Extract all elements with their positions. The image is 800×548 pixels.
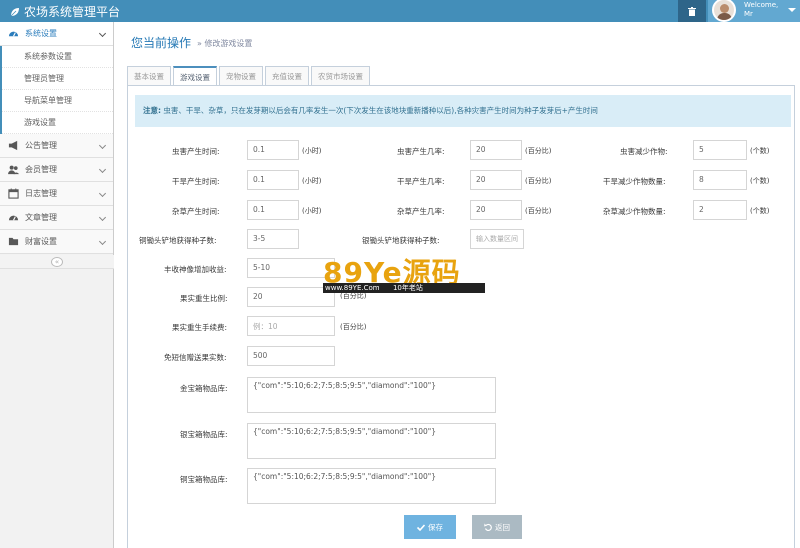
chevron-down-icon bbox=[98, 213, 107, 222]
sms-free-fruit-input[interactable]: 500 bbox=[247, 346, 335, 366]
sidebar-subitem-game-settings[interactable]: 游戏设置 bbox=[2, 112, 113, 134]
regrow-fee-unit: (百分比) bbox=[340, 323, 367, 331]
sidebar-item-members[interactable]: 会员管理 bbox=[0, 158, 113, 182]
sidebar-item-wealth[interactable]: 财富设置 bbox=[0, 230, 113, 254]
gold-chest-textarea[interactable]: {"com":"5:10;6:2;7:5;8:5;9:5","diamond":… bbox=[247, 377, 496, 413]
drought-rate-label: 干旱产生几率: bbox=[397, 177, 445, 186]
copper-chest-label: 铜宝箱物品库: bbox=[180, 475, 228, 484]
users-icon bbox=[8, 165, 19, 175]
drought-time-input[interactable]: 0.1 bbox=[247, 170, 299, 190]
undo-icon bbox=[484, 523, 492, 531]
copper-hoe-seeds-input[interactable]: 3-5 bbox=[247, 229, 299, 249]
app-title: 农场系统管理平台 bbox=[24, 5, 121, 19]
dashboard-icon bbox=[8, 31, 19, 37]
silver-hoe-seeds-label: 银锄头铲地获得种子数: bbox=[362, 236, 440, 245]
save-button[interactable]: 保存 bbox=[404, 515, 456, 539]
pest-loss-unit: (个数) bbox=[750, 147, 770, 155]
weed-rate-unit: (百分比) bbox=[525, 207, 552, 215]
drought-time-unit: (小时) bbox=[302, 177, 322, 185]
back-button[interactable]: 返回 bbox=[472, 515, 522, 539]
silver-chest-label: 银宝箱物品库: bbox=[180, 430, 228, 439]
gold-chest-label: 金宝箱物品库: bbox=[180, 384, 228, 393]
regrow-ratio-input[interactable]: 20 bbox=[247, 287, 335, 307]
user-menu[interactable]: Welcome, Mr bbox=[708, 0, 800, 22]
settings-tabs: 基本设置 游戏设置 宠物设置 充值设置 农贸市场设置 bbox=[127, 66, 372, 86]
tab-pet[interactable]: 宠物设置 bbox=[219, 66, 263, 85]
regrow-ratio-label: 果实重生比例: bbox=[180, 294, 228, 303]
copper-chest-textarea[interactable]: {"com":"5:10;6:2;7:5;8:5;9:5","diamond":… bbox=[247, 468, 496, 504]
pest-time-label: 虫害产生时间: bbox=[172, 147, 220, 156]
tab-recharge[interactable]: 充值设置 bbox=[265, 66, 309, 85]
sidebar-item-logs[interactable]: 日志管理 bbox=[0, 182, 113, 206]
drought-loss-input[interactable]: 8 bbox=[693, 170, 747, 190]
megaphone-icon bbox=[8, 140, 18, 151]
breadcrumb: » 修改游戏设置 bbox=[197, 39, 253, 48]
regrow-fee-input[interactable]: 例：10 bbox=[247, 316, 335, 336]
tab-basic[interactable]: 基本设置 bbox=[127, 66, 171, 85]
chevron-down-icon bbox=[98, 237, 107, 246]
sidebar: 系统设置 系统参数设置 管理员管理 导航菜单管理 游戏设置 公告管理 会员管理 … bbox=[0, 22, 114, 548]
harvest-statue-label: 丰收神像增加收益: bbox=[164, 265, 227, 274]
drought-rate-unit: (百分比) bbox=[525, 177, 552, 185]
pest-rate-unit: (百分比) bbox=[525, 147, 552, 155]
sidebar-subitem-system-params[interactable]: 系统参数设置 bbox=[2, 46, 113, 68]
watermark-logo: 89Ye源码 www.89YE.Com 10年老站 bbox=[323, 251, 485, 297]
check-icon bbox=[417, 523, 425, 531]
drought-rate-input[interactable]: 20 bbox=[470, 170, 522, 190]
chevron-down-icon bbox=[98, 29, 107, 38]
tab-game[interactable]: 游戏设置 bbox=[173, 66, 217, 86]
folder-icon bbox=[8, 237, 19, 246]
harvest-statue-input[interactable]: 5-10 bbox=[247, 258, 335, 278]
drought-time-label: 干旱产生时间: bbox=[172, 177, 220, 186]
calendar-icon bbox=[8, 188, 19, 199]
weed-rate-input[interactable]: 20 bbox=[470, 200, 522, 220]
regrow-fee-label: 果实重生手续费: bbox=[172, 323, 228, 332]
notice-alert: 注意: 虫害、干旱、杂草，只在发芽期以后会有几率发生一次(下次发生在该地块重新播… bbox=[135, 95, 791, 127]
silver-hoe-seeds-input[interactable]: 输入数量区间 bbox=[470, 229, 524, 249]
pest-loss-input[interactable]: 5 bbox=[693, 140, 747, 160]
pest-loss-label: 虫害减少作物: bbox=[620, 147, 668, 156]
chevron-down-icon bbox=[98, 165, 107, 174]
weed-time-label: 杂草产生时间: bbox=[172, 207, 220, 216]
silver-chest-textarea[interactable]: {"com":"5:10;6:2;7:5;8:5;9:5","diamond":… bbox=[247, 423, 496, 459]
pest-rate-input[interactable]: 20 bbox=[470, 140, 522, 160]
top-navbar: 农场系统管理平台 Welcome, Mr bbox=[0, 0, 800, 22]
trash-icon bbox=[688, 6, 696, 16]
collapse-sidebar-button[interactable]: « bbox=[51, 257, 63, 267]
sidebar-item-system-settings[interactable]: 系统设置 bbox=[0, 22, 113, 46]
drought-loss-unit: (个数) bbox=[750, 177, 770, 185]
weed-time-input[interactable]: 0.1 bbox=[247, 200, 299, 220]
sidebar-collapse-bar: « bbox=[0, 255, 114, 269]
welcome-text: Welcome, Mr bbox=[744, 1, 779, 18]
watermark-site: www.89YE.Com 10年老站 bbox=[323, 283, 485, 293]
drought-loss-label: 干旱减少作物数量: bbox=[603, 177, 666, 186]
weed-loss-unit: (个数) bbox=[750, 207, 770, 215]
weed-time-unit: (小时) bbox=[302, 207, 322, 215]
chevron-down-icon bbox=[98, 141, 107, 150]
weed-loss-label: 杂草减少作物数量: bbox=[603, 207, 666, 216]
page-title: 您当前操作 bbox=[131, 36, 192, 50]
weed-loss-input[interactable]: 2 bbox=[693, 200, 747, 220]
trash-button[interactable] bbox=[678, 0, 706, 22]
brand[interactable]: 农场系统管理平台 bbox=[10, 3, 120, 20]
tab-market[interactable]: 农贸市场设置 bbox=[311, 66, 370, 85]
dashboard-icon bbox=[8, 215, 19, 221]
chevron-down-icon bbox=[98, 189, 107, 198]
sidebar-subitem-admins[interactable]: 管理员管理 bbox=[2, 68, 113, 90]
sms-free-fruit-label: 免短信赠送果实数: bbox=[164, 353, 227, 362]
weed-rate-label: 杂草产生几率: bbox=[397, 207, 445, 216]
avatar bbox=[712, 0, 736, 22]
sidebar-item-articles[interactable]: 文章管理 bbox=[0, 206, 113, 230]
pest-time-input[interactable]: 0.1 bbox=[247, 140, 299, 160]
sidebar-item-announcements[interactable]: 公告管理 bbox=[0, 134, 113, 158]
caret-down-icon bbox=[788, 8, 796, 12]
sidebar-subitem-nav-menu[interactable]: 导航菜单管理 bbox=[2, 90, 113, 112]
pest-time-unit: (小时) bbox=[302, 147, 322, 155]
leaf-icon bbox=[10, 7, 19, 16]
pest-rate-label: 虫害产生几率: bbox=[397, 147, 445, 156]
copper-hoe-seeds-label: 铜锄头铲地获得种子数: bbox=[139, 236, 217, 245]
